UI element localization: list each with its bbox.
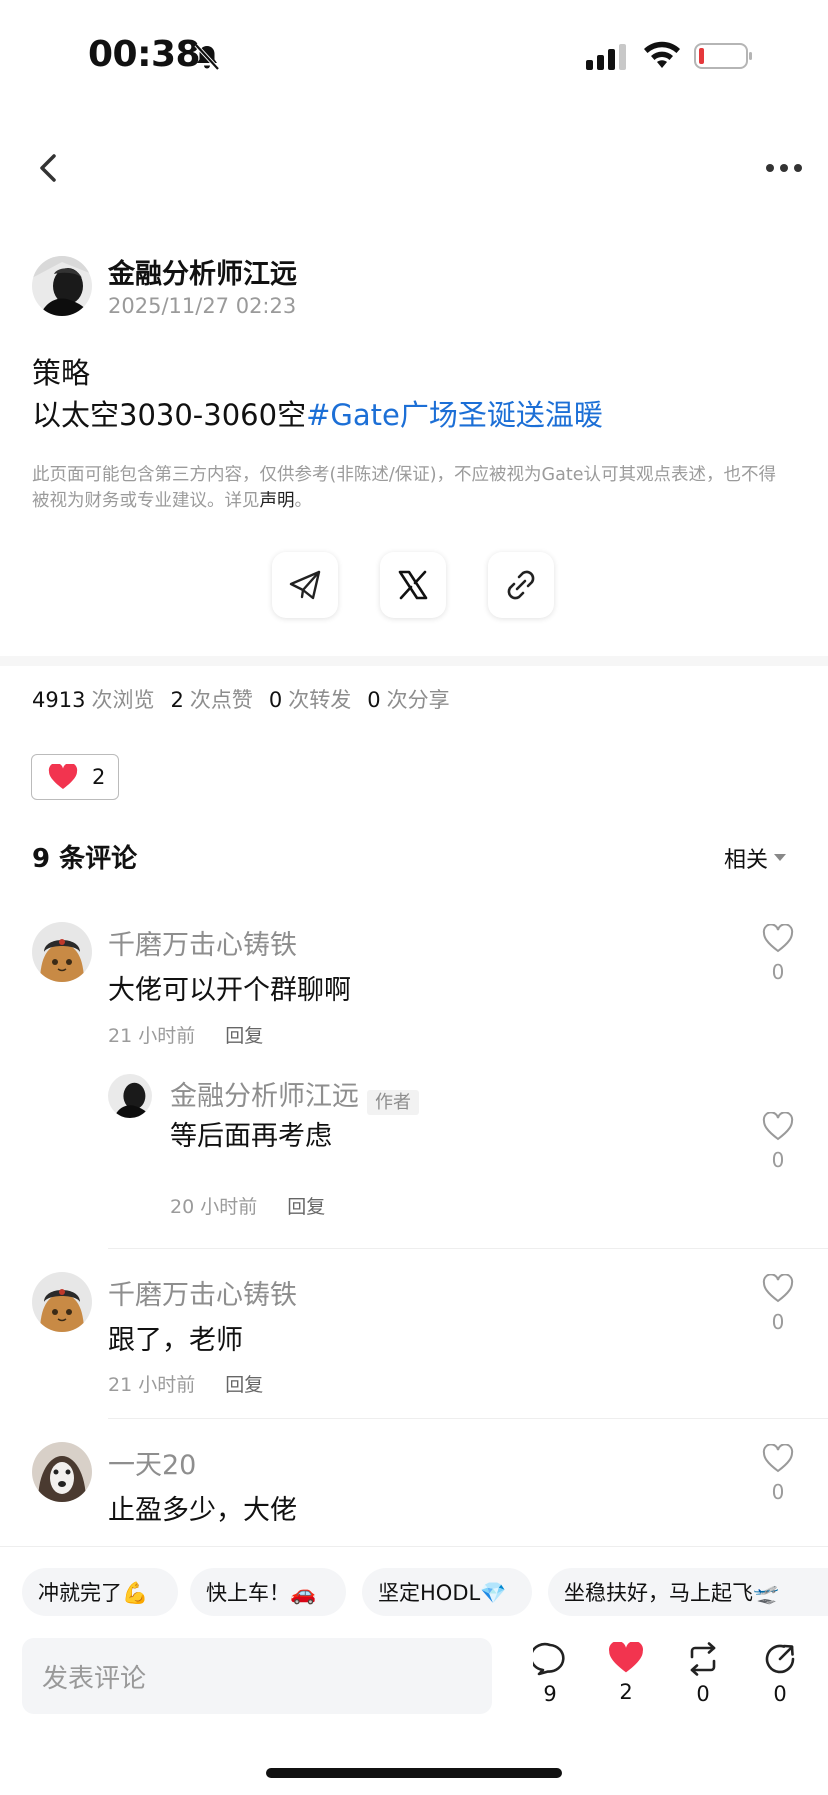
- section-divider: [0, 656, 828, 666]
- commenter-name[interactable]: 一天20: [108, 1443, 196, 1482]
- comment-time: 21 小时前: [108, 1374, 196, 1396]
- author-avatar[interactable]: [32, 256, 92, 316]
- quick-reply-chip[interactable]: 冲就完了💪: [22, 1568, 178, 1616]
- comment-like-count: 0: [771, 1310, 785, 1334]
- likes-count: 2: [170, 688, 184, 712]
- status-time: 00:38: [88, 34, 201, 75]
- comment-text: 跟了，老师: [108, 1325, 243, 1356]
- sort-dropdown[interactable]: 相关: [724, 842, 787, 874]
- commenter-name[interactable]: 千磨万击心铸铁: [108, 923, 297, 962]
- shares-label: 次分享: [386, 688, 450, 712]
- share-icon: [765, 1644, 795, 1674]
- comments-count-title: 9 条评论: [32, 844, 138, 874]
- comment-action-count: 9: [543, 1682, 557, 1706]
- share-telegram-button[interactable]: [272, 552, 338, 618]
- share-action-count: 0: [773, 1682, 787, 1706]
- comment-meta: 21 小时前 回复: [108, 1021, 263, 1048]
- post-body: 以太空3030-3060空#Gate广场圣诞送温暖: [32, 392, 603, 434]
- reaction-like-chip[interactable]: 2: [31, 754, 119, 800]
- comment-action-button[interactable]: 9: [525, 1642, 575, 1706]
- post-stats: 4913 次浏览 2 次点赞 0 次转发 0 次分享: [32, 684, 466, 714]
- shares-count: 0: [367, 688, 381, 712]
- heart-outline-icon[interactable]: [762, 1444, 794, 1474]
- reply-button[interactable]: 回复: [287, 1196, 325, 1218]
- share-action-button[interactable]: 0: [755, 1642, 805, 1706]
- likes-label: 次点赞: [189, 688, 253, 712]
- reply-author-name[interactable]: 金融分析师江远: [170, 1081, 359, 1112]
- heart-filled-icon: [48, 764, 78, 789]
- caret-down-icon: [774, 854, 787, 861]
- comment-separator: [108, 1418, 828, 1419]
- share-x-button[interactable]: [380, 552, 446, 618]
- commenter-name[interactable]: 千磨万击心铸铁: [108, 1273, 297, 1312]
- post-body-text: 以太空3030-3060空: [32, 398, 307, 432]
- reply-time: 20 小时前: [170, 1196, 258, 1218]
- hashtag-link[interactable]: #Gate广场圣诞送温暖: [306, 398, 603, 432]
- copy-link-button[interactable]: [488, 552, 554, 618]
- more-options-icon[interactable]: [764, 160, 804, 176]
- reply-button[interactable]: 回复: [225, 1025, 263, 1047]
- views-count: 4913: [32, 688, 86, 712]
- quick-reply-chip[interactable]: 坚定HODL💎: [362, 1568, 532, 1616]
- comment-time: 21 小时前: [108, 1025, 196, 1047]
- commenter-avatar[interactable]: [32, 1442, 92, 1502]
- comment-bubble-icon: [533, 1642, 565, 1676]
- disclaimer-end: 。: [294, 491, 313, 511]
- signal-icon: [586, 44, 626, 70]
- wifi-icon: [644, 41, 680, 68]
- quick-reply-chip[interactable]: 坐稳扶好，马上起飞🛫: [548, 1568, 828, 1616]
- comment-like-count: 0: [771, 1480, 785, 1504]
- reply-header: 金融分析师江远 作者: [170, 1074, 419, 1115]
- disclaimer-text: 此页面可能包含第三方内容，仅供参考(非陈述/保证)，不应被视为Gate认可其观点…: [32, 465, 776, 511]
- battery-icon: [694, 43, 752, 69]
- comment-meta: 21 小时前 回复: [108, 1370, 263, 1397]
- views-label: 次浏览: [91, 688, 155, 712]
- link-icon: [507, 570, 535, 600]
- like-action-button[interactable]: 2: [601, 1642, 651, 1704]
- commenter-avatar[interactable]: [32, 922, 92, 982]
- repost-icon: [690, 1642, 716, 1676]
- heart-outline-icon[interactable]: [762, 1112, 794, 1142]
- reposts-label: 次转发: [288, 688, 352, 712]
- home-indicator: [266, 1768, 562, 1778]
- disclaimer: 此页面可能包含第三方内容，仅供参考(非陈述/保证)，不应被视为Gate认可其观点…: [32, 462, 792, 514]
- author-badge: 作者: [367, 1089, 419, 1115]
- comment-text: 大佬可以开个群聊啊: [108, 975, 351, 1006]
- commenter-avatar[interactable]: [32, 1272, 92, 1332]
- reply-meta: 20 小时前 回复: [170, 1192, 325, 1219]
- post-timestamp: 2025/11/27 02:23: [108, 294, 297, 318]
- x-icon: [398, 570, 428, 600]
- repost-action-button[interactable]: 0: [678, 1642, 728, 1706]
- telegram-icon: [289, 570, 321, 600]
- quick-reply-chip[interactable]: 快上车！🚗: [190, 1568, 346, 1616]
- bell-muted-icon: [194, 43, 220, 71]
- reaction-count: 2: [92, 765, 106, 789]
- author-name[interactable]: 金融分析师江远: [108, 252, 297, 291]
- comment-like-count: 0: [771, 960, 785, 984]
- back-arrow-icon[interactable]: [34, 150, 62, 186]
- reply-text: 等后面再考虑: [170, 1121, 332, 1152]
- comment-text: 止盈多少，大佬: [108, 1495, 297, 1526]
- heart-outline-icon[interactable]: [762, 1274, 794, 1304]
- sort-label: 相关: [724, 848, 769, 873]
- heart-filled-icon: [609, 1642, 643, 1673]
- repost-action-count: 0: [696, 1682, 710, 1706]
- disclaimer-link[interactable]: 声明: [260, 491, 295, 511]
- reply-like-count: 0: [771, 1148, 785, 1172]
- reposts-count: 0: [268, 688, 283, 712]
- like-action-count: 2: [619, 1680, 633, 1704]
- comment-input[interactable]: 发表评论: [22, 1638, 492, 1714]
- heart-outline-icon[interactable]: [762, 924, 794, 954]
- post-title: 策略: [32, 356, 91, 390]
- comment-separator: [108, 1248, 828, 1249]
- reply-author-avatar[interactable]: [108, 1074, 152, 1118]
- reply-button[interactable]: 回复: [225, 1374, 263, 1396]
